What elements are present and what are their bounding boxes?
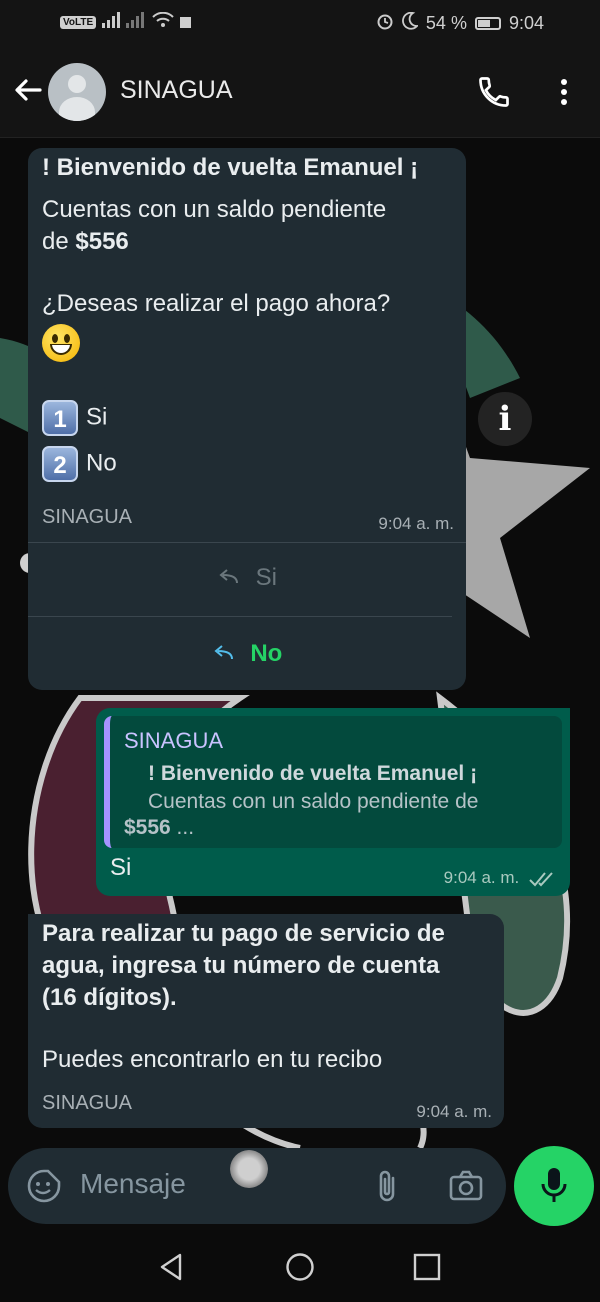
moon-icon — [402, 11, 420, 35]
status-time: 9:04 — [508, 13, 544, 33]
chat-header: SINAGUA — [0, 46, 600, 138]
incoming-message-instructions[interactable]: Para realizar tu pago de servicio de agu… — [28, 914, 504, 1128]
quick-reply-si-label: Si — [255, 564, 277, 591]
touch-indicator — [230, 1150, 268, 1188]
reply-arrow-icon — [212, 640, 234, 667]
reply-arrow-icon — [217, 564, 239, 591]
sticker-icon[interactable] — [26, 1168, 62, 1209]
instructions-line-2: agua, ingresa tu número de cuenta — [42, 952, 440, 979]
message-balance-amount-line: de $556 — [42, 226, 129, 258]
phone-call-icon[interactable] — [476, 74, 512, 110]
chat-title[interactable]: SINAGUA — [120, 76, 233, 105]
message-text: Si — [110, 854, 132, 881]
message-input[interactable]: Mensaje — [80, 1168, 186, 1200]
nav-back-icon[interactable] — [158, 1252, 184, 1287]
balance-amount: $556 — [75, 228, 129, 255]
wifi-icon — [152, 11, 174, 33]
message-time: 9:04 a. m. — [416, 1102, 492, 1121]
divider — [28, 542, 466, 543]
signal-icon — [102, 12, 146, 33]
message-question: ¿Deseas realizar el pago ahora? — [42, 290, 391, 317]
more-options-icon[interactable] — [552, 76, 576, 108]
quick-reply-no-label: No — [250, 640, 283, 667]
message-sender: SINAGUA — [42, 506, 133, 528]
instructions-line-4: Puedes encontrarlo en tu recibo — [42, 1046, 383, 1073]
info-icon[interactable]: i — [478, 392, 532, 446]
quote-line-2: Cuentas con un saldo pendiente de — [148, 790, 479, 813]
message-sender: SINAGUA — [42, 1092, 133, 1114]
back-arrow-icon[interactable] — [12, 72, 44, 108]
instructions-line-3: (16 dígitos). — [42, 984, 177, 1011]
grinning-emoji — [42, 324, 80, 362]
battery-icon — [474, 17, 501, 30]
avatar[interactable] — [48, 63, 106, 121]
quote-line-1: ! Bienvenido de vuelta Emanuel ¡ — [148, 762, 478, 785]
message-time: 9:04 a. m. — [444, 868, 556, 888]
outgoing-message-reply[interactable]: SINAGUA ! Bienvenido de vuelta Emanuel ¡… — [96, 708, 570, 896]
battery-percent: 54 % — [425, 13, 467, 33]
camera-icon[interactable] — [448, 1168, 484, 1209]
option-1-label: Si — [86, 403, 108, 431]
keycap-2-icon: 2 — [42, 446, 78, 482]
message-time: 9:04 a. m. — [378, 514, 454, 533]
double-check-icon — [524, 868, 556, 887]
option-2: 2 No — [42, 446, 117, 482]
quote-ellipsis: ... — [170, 816, 195, 839]
nav-home-icon[interactable] — [285, 1252, 315, 1287]
quote-sender: SINAGUA — [124, 728, 224, 753]
message-greeting: ! Bienvenido de vuelta Emanuel ¡ — [42, 154, 419, 181]
volte-indicator: VoLTE — [60, 16, 97, 29]
option-2-label: No — [86, 449, 117, 477]
nav-recents-icon[interactable] — [413, 1253, 441, 1286]
quote-amount: $556 — [124, 816, 171, 839]
quick-reply-no-button[interactable]: No — [28, 640, 466, 668]
option-1: 1 Si — [42, 400, 107, 436]
notification-square-icon — [180, 17, 192, 28]
alarm-icon — [376, 12, 394, 35]
quote-line-3: $556 ... — [124, 816, 194, 840]
message-time-label: 9:04 a. m. — [443, 868, 520, 887]
system-navigation-bar — [0, 1232, 600, 1302]
incoming-message-welcome[interactable]: ! Bienvenido de vuelta Emanuel ¡ Cuentas… — [28, 148, 466, 690]
balance-prefix: de — [42, 228, 76, 255]
instructions-line-1: Para realizar tu pago de servicio de — [42, 920, 445, 947]
message-balance-line: Cuentas con un saldo pendiente — [42, 196, 387, 223]
attach-icon[interactable] — [374, 1168, 400, 1209]
microphone-icon — [540, 1166, 568, 1211]
quick-reply-si-button[interactable]: Si — [28, 564, 466, 592]
keycap-1-icon: 1 — [42, 400, 78, 436]
status-bar: VoLTE 54 % 9:04 — [0, 0, 600, 46]
divider — [28, 616, 452, 617]
quoted-message[interactable]: SINAGUA ! Bienvenido de vuelta Emanuel ¡… — [104, 716, 562, 848]
microphone-button[interactable] — [514, 1146, 594, 1226]
